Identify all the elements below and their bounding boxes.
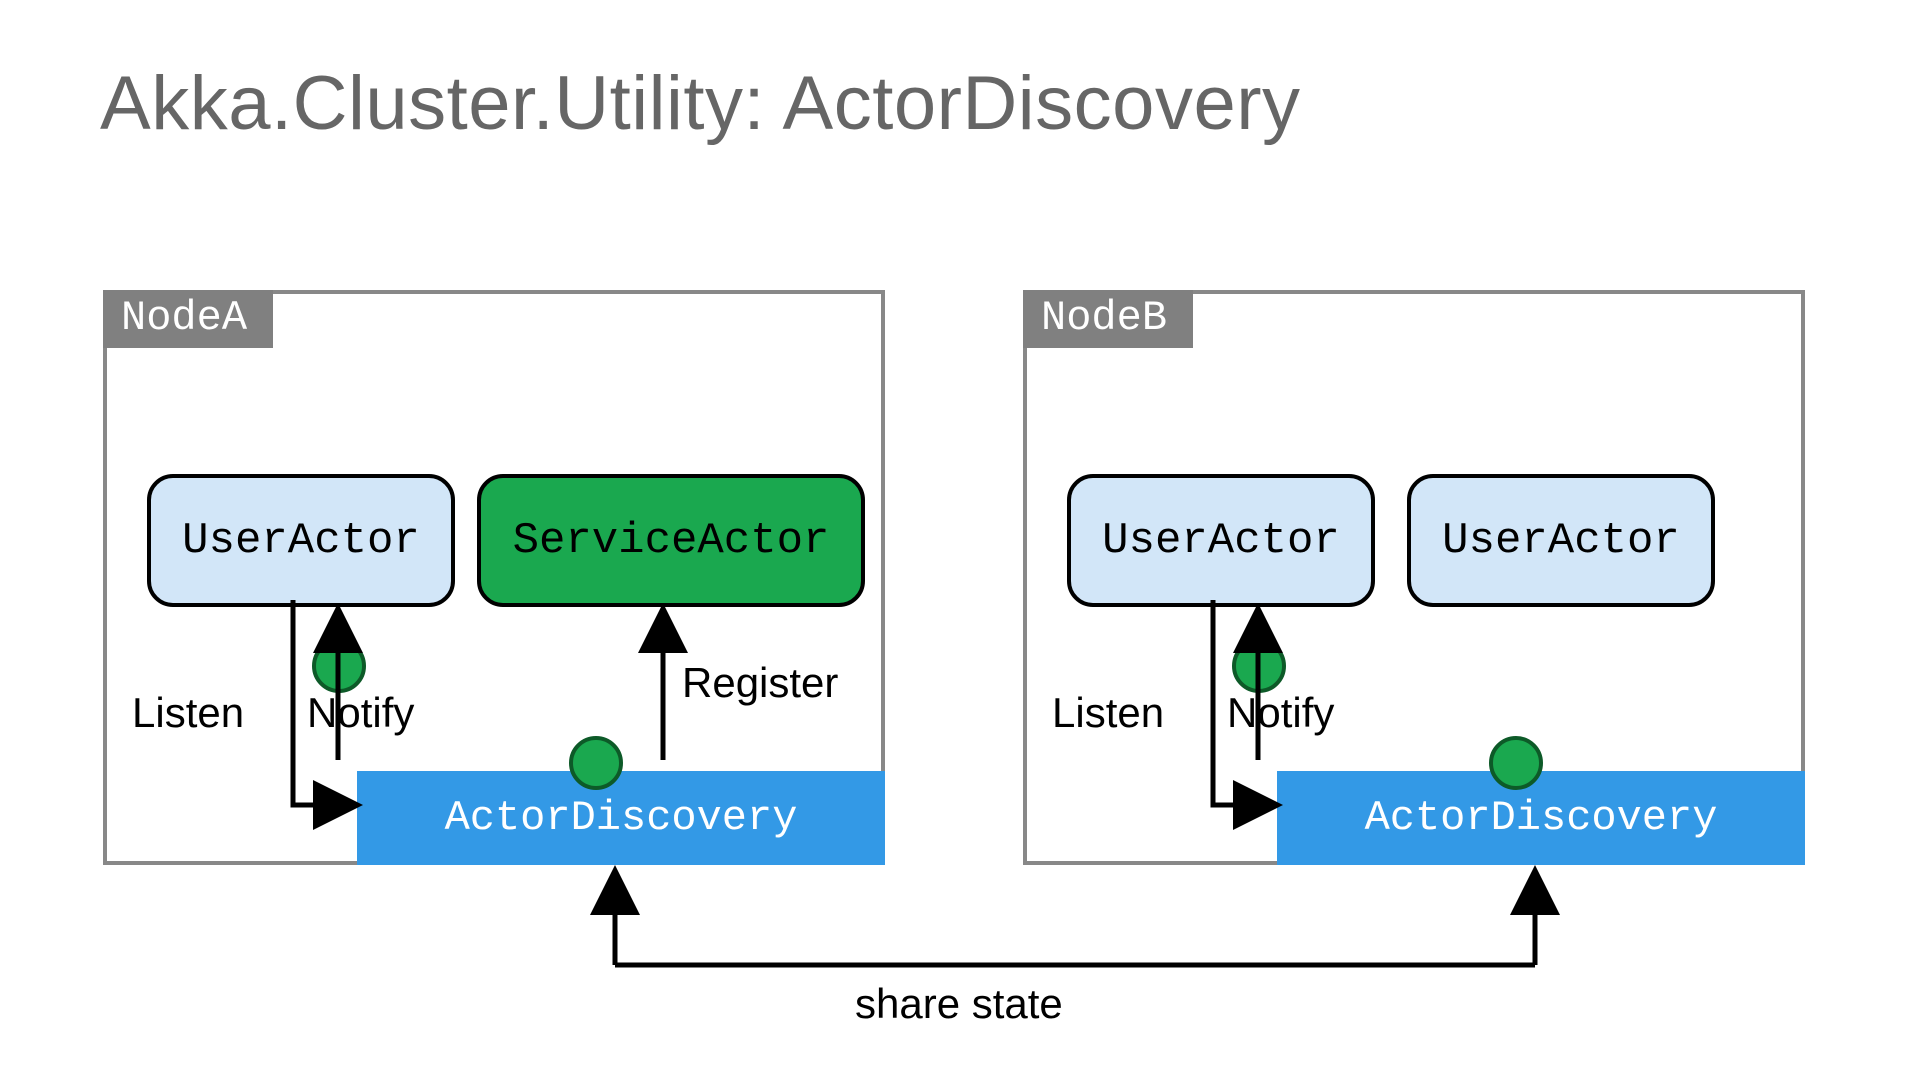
node-a-user-actor-label: UserActor xyxy=(182,516,420,566)
node-b-user-actor-2: UserActor xyxy=(1407,474,1715,607)
node-b-actor-discovery: ActorDiscovery xyxy=(1277,771,1805,865)
share-state-label: share state xyxy=(855,980,1063,1028)
node-a-user-actor: UserActor xyxy=(147,474,455,607)
node-a-service-actor: ServiceActor xyxy=(477,474,865,607)
node-b-user-actor-1: UserActor xyxy=(1067,474,1375,607)
node-a-notify-label: Notify xyxy=(307,689,414,737)
node-b-listen-label: Listen xyxy=(1052,689,1164,737)
node-b-notify-dot-icon xyxy=(1232,639,1286,693)
node-b-notify-label: Notify xyxy=(1227,689,1334,737)
node-a-container: NodeA UserActor ServiceActor ActorDiscov… xyxy=(103,290,885,865)
node-b-extra-dot-icon xyxy=(1489,736,1543,790)
slide: Akka.Cluster.Utility: ActorDiscovery Nod… xyxy=(0,0,1920,1080)
node-b-container: NodeB UserActor UserActor ActorDiscovery… xyxy=(1023,290,1805,865)
node-a-register-label: Register xyxy=(682,659,838,707)
node-a-notify-dot-icon xyxy=(312,639,366,693)
node-a-listen-label: Listen xyxy=(132,689,244,737)
node-b-user-actor-1-label: UserActor xyxy=(1102,516,1340,566)
node-a-service-actor-label: ServiceActor xyxy=(513,516,830,566)
node-a-register-dot-icon xyxy=(569,736,623,790)
node-a-actor-discovery: ActorDiscovery xyxy=(357,771,885,865)
node-a-label: NodeA xyxy=(103,290,273,348)
slide-title: Akka.Cluster.Utility: ActorDiscovery xyxy=(100,60,1301,147)
node-b-actor-discovery-label: ActorDiscovery xyxy=(1365,794,1718,842)
node-b-user-actor-2-label: UserActor xyxy=(1442,516,1680,566)
node-a-actor-discovery-label: ActorDiscovery xyxy=(445,794,798,842)
node-b-label: NodeB xyxy=(1023,290,1193,348)
